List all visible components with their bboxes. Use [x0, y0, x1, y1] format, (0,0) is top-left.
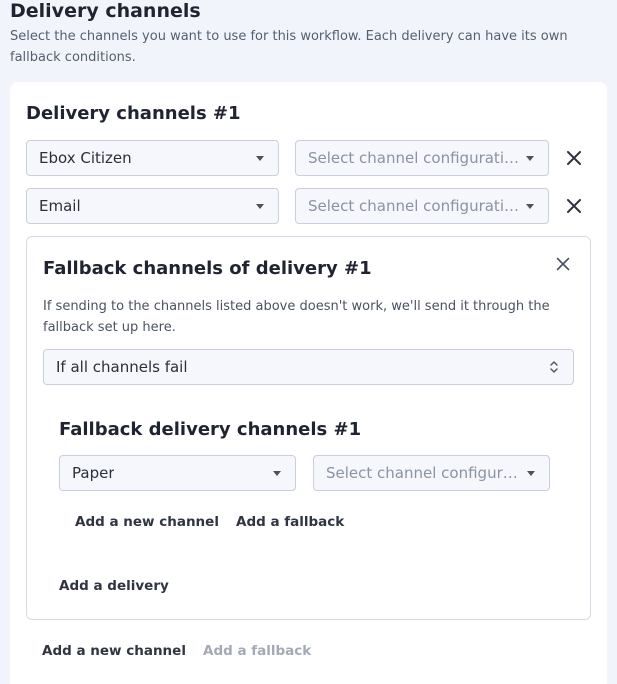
fallback-panel: Fallback channels of delivery #1 If send…	[26, 236, 591, 620]
close-icon	[567, 151, 581, 165]
close-fallback-button[interactable]	[552, 253, 574, 275]
fallback-add-fallback-link[interactable]: Add a fallback	[236, 514, 344, 530]
chevron-down-icon	[273, 471, 281, 476]
page-description: Select the channels you want to use for …	[10, 29, 568, 65]
page-title: Delivery channels	[10, 0, 201, 22]
channel-select-1-value: Ebox Citizen	[39, 149, 132, 167]
delivery-card: Delivery channels #1 Ebox Citizen Select…	[10, 82, 607, 684]
fallback-add-channel-link[interactable]: Add a new channel	[75, 514, 219, 530]
delivery-title: Delivery channels #1	[26, 103, 241, 124]
fallback-description: If sending to the channels listed above …	[43, 299, 550, 335]
add-channel-link[interactable]: Add a new channel	[42, 643, 186, 659]
remove-channel-2-button[interactable]	[563, 195, 585, 217]
fallback-condition-select[interactable]: If all channels fail	[43, 349, 574, 385]
fallback-condition-value: If all channels fail	[56, 358, 188, 376]
fallback-title: Fallback channels of delivery #1	[43, 258, 372, 279]
remove-channel-1-button[interactable]	[563, 147, 585, 169]
fallback-delivery-title: Fallback delivery channels #1	[59, 419, 362, 440]
config-select-1[interactable]: Select channel configuration	[295, 140, 549, 176]
fallback-config-placeholder: Select channel configurat...	[326, 464, 521, 482]
add-fallback-link: Add a fallback	[203, 643, 312, 659]
channel-select-2-value: Email	[39, 197, 81, 215]
chevron-down-icon	[256, 156, 264, 161]
chevron-down-icon	[256, 204, 264, 209]
close-icon	[567, 199, 581, 213]
chevron-down-icon	[526, 204, 534, 209]
config-select-2-placeholder: Select channel configuration	[308, 197, 520, 215]
channel-select-2[interactable]: Email	[26, 188, 279, 224]
chevron-down-icon	[526, 156, 534, 161]
config-select-2[interactable]: Select channel configuration	[295, 188, 549, 224]
channel-select-1[interactable]: Ebox Citizen	[26, 140, 279, 176]
close-icon	[556, 257, 570, 271]
add-delivery-link[interactable]: Add a delivery	[59, 578, 169, 594]
up-down-icon	[550, 361, 558, 373]
fallback-config-select[interactable]: Select channel configurat...	[313, 455, 550, 491]
chevron-down-icon	[527, 471, 535, 476]
fallback-channel-select[interactable]: Paper	[59, 455, 296, 491]
config-select-1-placeholder: Select channel configuration	[308, 149, 520, 167]
fallback-channel-value: Paper	[72, 464, 115, 482]
